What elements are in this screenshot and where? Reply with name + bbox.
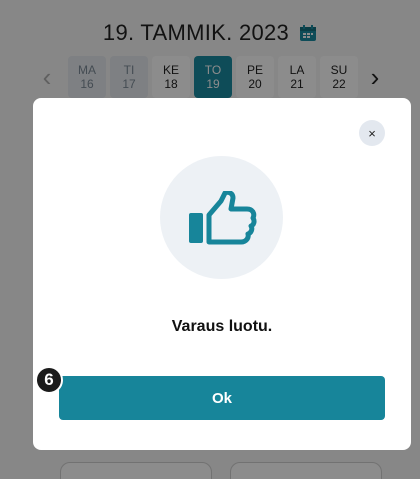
close-icon: ×: [368, 125, 376, 141]
step-number-badge: 6: [35, 366, 63, 394]
confirmation-dialog: × Varaus luotu. Ok: [33, 98, 411, 450]
ok-button[interactable]: Ok: [59, 376, 385, 420]
thumbs-up-badge: [160, 156, 283, 279]
close-button[interactable]: ×: [359, 120, 385, 146]
success-message: Varaus luotu.: [171, 318, 273, 335]
thumbs-up-icon: [188, 190, 257, 244]
